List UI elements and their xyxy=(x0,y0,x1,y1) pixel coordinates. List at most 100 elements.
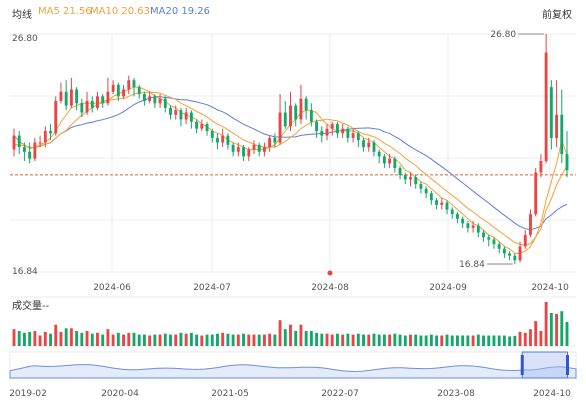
volume-bar xyxy=(174,334,178,346)
volume-bar xyxy=(461,335,465,346)
candle-body xyxy=(200,124,204,129)
volume-bar xyxy=(336,333,339,346)
candle-body xyxy=(252,144,256,150)
candle-body xyxy=(523,234,527,247)
volume-bar xyxy=(252,334,256,346)
volume-bar xyxy=(482,335,485,346)
candle-body xyxy=(529,214,532,235)
candle-body xyxy=(429,193,433,201)
ma5-legend: MA5 21.56 xyxy=(38,6,92,17)
volume-bar xyxy=(456,335,459,346)
volume-bar xyxy=(377,334,381,346)
adjust-mode-button[interactable]: 前复权 xyxy=(542,6,572,21)
kline-chart[interactable]: 26.80 16.84 2024-06 2024-07 2024-08 2024… xyxy=(0,0,586,408)
candle-body xyxy=(445,202,449,210)
candle-body xyxy=(268,137,272,148)
volume-bar xyxy=(28,331,32,346)
candle-body xyxy=(64,91,68,106)
volume-bar xyxy=(372,333,376,346)
candle-body xyxy=(38,142,42,144)
candle-body xyxy=(158,98,162,104)
volume-bar xyxy=(54,324,58,346)
volume-bar xyxy=(398,334,402,346)
candle-body xyxy=(539,161,543,173)
volume-bar xyxy=(429,334,433,346)
volume-bar xyxy=(440,335,444,346)
event-marker-dot[interactable] xyxy=(327,270,333,276)
volume-bar xyxy=(466,335,470,346)
svg-text:26.80: 26.80 xyxy=(490,30,516,40)
candle-body xyxy=(435,200,439,205)
volume-bar xyxy=(414,334,418,346)
volume-bar xyxy=(278,320,282,346)
candle-body xyxy=(356,133,360,141)
x-axis: 2024-06 2024-07 2024-08 2024-09 2024-10 xyxy=(93,283,569,293)
volume-bar xyxy=(560,311,564,346)
volume-bar xyxy=(231,334,235,346)
candle-body xyxy=(549,87,553,138)
volume-bar xyxy=(471,335,475,346)
candle-body xyxy=(403,174,407,180)
volume-bar xyxy=(85,331,89,346)
volume-bar xyxy=(184,333,188,346)
nav-tick-label: 2021-05 xyxy=(211,389,249,399)
candle-body xyxy=(137,87,141,95)
candle-body xyxy=(513,255,517,261)
volume-bar xyxy=(262,334,266,346)
candle-body xyxy=(398,167,402,175)
volume-bar xyxy=(283,329,287,346)
candle-body xyxy=(17,135,21,148)
x-tick-label: 2024-08 xyxy=(311,283,349,293)
volume-bar xyxy=(445,334,449,346)
volume-bar xyxy=(299,324,303,346)
candle-body xyxy=(85,100,89,113)
candle-body xyxy=(367,142,371,148)
volume-bar xyxy=(534,321,538,346)
navigator-axis: 2019-02 2020-04 2021-05 2022-07 2023-08 … xyxy=(9,389,571,399)
candle-body xyxy=(142,94,146,101)
volume-bar xyxy=(497,335,501,346)
volume-bar xyxy=(49,333,52,346)
volume-bar xyxy=(435,335,439,346)
candle-body xyxy=(96,96,99,108)
candle-body xyxy=(163,98,167,108)
volume-bar xyxy=(529,329,532,346)
volume-bar xyxy=(304,331,308,346)
volume-bar xyxy=(362,334,365,346)
candle-body xyxy=(273,137,277,143)
x-tick-label: 2024-09 xyxy=(429,283,467,293)
candle-body xyxy=(101,96,105,104)
volume-bar xyxy=(356,333,360,346)
candle-body xyxy=(325,128,329,136)
volume-bar xyxy=(200,335,204,346)
candle-body xyxy=(226,135,230,145)
candle-body xyxy=(28,151,32,159)
nav-tick-label: 2024-10 xyxy=(533,389,571,399)
volume-bar xyxy=(294,331,298,346)
volume-bar xyxy=(195,334,199,346)
volume-bar xyxy=(43,331,47,346)
volume-bar xyxy=(382,334,386,346)
candle-body xyxy=(320,130,324,136)
candle-body xyxy=(294,105,298,120)
navigator-right-handle[interactable] xyxy=(566,355,570,375)
navigator[interactable] xyxy=(9,351,577,379)
volume-bar xyxy=(393,333,397,346)
volume-bar xyxy=(257,334,261,346)
volume-bar xyxy=(132,332,136,346)
volume-bar xyxy=(169,334,172,346)
volume-bar xyxy=(221,332,225,346)
volume-bar xyxy=(75,331,79,346)
candles xyxy=(12,34,569,264)
volume-bar xyxy=(346,333,350,346)
candle-body xyxy=(174,110,178,115)
navigator-left-handle[interactable] xyxy=(520,355,524,375)
candle-body xyxy=(69,89,73,106)
x-tick-label: 2024-06 xyxy=(93,283,131,293)
candle-body xyxy=(216,137,219,143)
navigator-selection[interactable] xyxy=(521,351,569,379)
volume-bar xyxy=(33,331,37,346)
volume-bar xyxy=(210,334,214,346)
volume-bar xyxy=(12,329,16,346)
candle-body xyxy=(388,158,392,164)
